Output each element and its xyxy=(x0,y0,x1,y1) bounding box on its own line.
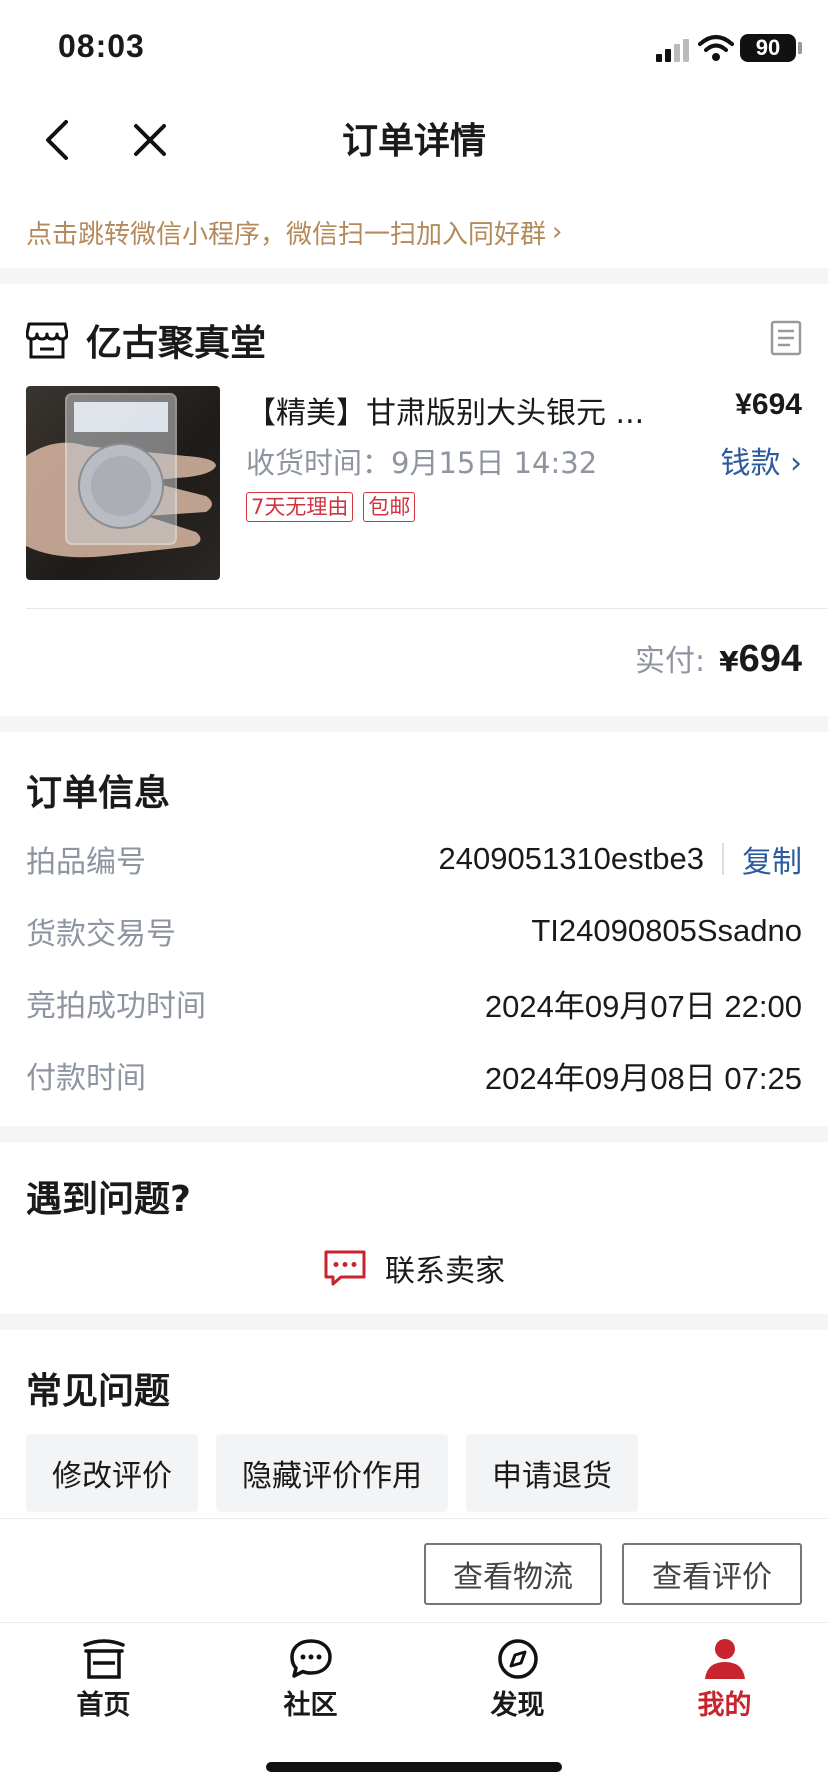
product-tags: 7天无理由 包邮 xyxy=(246,492,416,522)
info-label: 拍品编号 xyxy=(26,845,146,880)
page-title: 订单详情 xyxy=(341,121,486,162)
info-value: 2024年09月07日 22:00 xyxy=(484,988,802,1024)
tag-free-shipping: 包邮 xyxy=(363,492,416,522)
faq-title: 常见问题 xyxy=(26,1371,171,1412)
signal-icon xyxy=(656,39,689,62)
tab-label: 社区 xyxy=(283,1690,338,1721)
faq-chips: 修改评价 隐藏评价作用 申请退货 xyxy=(26,1434,638,1512)
tab-label: 发现 xyxy=(490,1690,545,1721)
shop-name: 亿古聚真堂 xyxy=(86,323,267,364)
battery-indicator: 90 xyxy=(740,34,796,62)
faq-chip-return[interactable]: 申请退货 xyxy=(466,1434,638,1512)
paid-currency: ¥ xyxy=(719,645,739,678)
view-review-button[interactable]: 查看评价 xyxy=(622,1543,802,1605)
copy-separator xyxy=(722,843,724,875)
paid-amount: 实付: ¥ 694 xyxy=(635,636,802,681)
info-row-transaction: 货款交易号 TI24090805Ssadno xyxy=(26,906,802,956)
paid-label: 实付: xyxy=(635,644,706,679)
info-label: 付款时间 xyxy=(26,1061,146,1096)
view-logistics-button[interactable]: 查看物流 xyxy=(424,1543,602,1605)
receive-time-label: 收货时间： xyxy=(246,446,392,480)
tab-label: 首页 xyxy=(76,1690,131,1721)
section-divider xyxy=(0,716,828,732)
shop-header[interactable]: 亿古聚真堂 xyxy=(26,312,802,368)
status-time: 08:03 xyxy=(58,28,145,64)
problem-title: 遇到问题? xyxy=(26,1179,191,1220)
paid-value: 694 xyxy=(738,638,802,680)
receive-time-value: 9月15日 14:32 xyxy=(391,446,598,480)
product-item[interactable]: 【精美】甘肃版别大头银元 ... ¥694 收货时间：9月15日 14:32 钱… xyxy=(26,386,802,580)
tab-mine[interactable]: 我的 xyxy=(621,1623,828,1732)
section-divider xyxy=(0,1314,828,1330)
contact-seller-label: 联系卖家 xyxy=(385,1254,505,1289)
tab-home[interactable]: 首页 xyxy=(0,1623,207,1732)
faq-section: 常见问题 修改评价 隐藏评价作用 申请退货 xyxy=(0,1330,828,1518)
action-bar: 查看物流 查看评价 xyxy=(0,1518,828,1622)
section-divider xyxy=(0,268,828,284)
info-row-lot-number: 拍品编号 2409051310estbe3 复制 xyxy=(26,834,802,884)
order-info-section: 订单信息 拍品编号 2409051310estbe3 复制 货款交易号 TI24… xyxy=(0,732,828,1126)
banner-text: 点击跳转微信小程序，微信扫一扫加入同好群 xyxy=(26,219,547,250)
status-bar: 08:03 90 xyxy=(0,0,828,100)
tab-discover[interactable]: 发现 xyxy=(414,1623,621,1732)
info-label: 竞拍成功时间 xyxy=(26,989,206,1024)
problem-section: 遇到问题? 联系卖家 xyxy=(0,1142,828,1314)
profile-icon xyxy=(704,1639,745,1679)
info-value: 2024年09月08日 07:25 xyxy=(484,1060,802,1096)
tab-label: 我的 xyxy=(697,1690,752,1721)
payment-link[interactable]: 钱款 › xyxy=(720,438,802,482)
compass-icon xyxy=(497,1639,538,1679)
section-divider xyxy=(0,1126,828,1142)
document-icon[interactable] xyxy=(770,320,802,356)
tab-bar: 首页 社区 发现 我的 xyxy=(0,1622,828,1732)
nav-bar: 订单详情 xyxy=(0,100,828,196)
shop-section: 亿古聚真堂 【精美】甘肃版别大头银元 ... ¥694 收货时间：9月15日 1… xyxy=(0,284,828,716)
chat-icon xyxy=(289,1639,332,1678)
tab-community[interactable]: 社区 xyxy=(207,1623,414,1732)
battery-tip xyxy=(798,42,802,54)
message-icon xyxy=(324,1250,366,1286)
faq-chip-hide-review[interactable]: 隐藏评价作用 xyxy=(216,1434,448,1512)
wechat-group-banner[interactable]: 点击跳转微信小程序，微信扫一扫加入同好群 › xyxy=(0,196,828,268)
divider-line xyxy=(26,608,828,609)
order-info-title: 订单信息 xyxy=(26,773,171,814)
info-value: 2409051310estbe3 复制 xyxy=(439,837,802,881)
contact-seller-button[interactable]: 联系卖家 xyxy=(0,1246,828,1290)
home-icon xyxy=(82,1639,125,1679)
home-indicator xyxy=(266,1762,562,1772)
product-image[interactable] xyxy=(26,386,220,580)
receive-time: 收货时间：9月15日 14:32 xyxy=(246,440,597,482)
tag-return-policy: 7天无理由 xyxy=(246,492,354,522)
faq-chip-edit-review[interactable]: 修改评价 xyxy=(26,1434,198,1512)
info-value: TI24090805Ssadno xyxy=(531,913,802,948)
chevron-right-icon: › xyxy=(552,217,563,247)
lot-number-value: 2409051310estbe3 xyxy=(438,841,704,876)
coin-photo xyxy=(26,393,216,558)
info-row-payment-time: 付款时间 2024年09月08日 07:25 xyxy=(26,1050,802,1100)
info-label: 货款交易号 xyxy=(26,917,176,952)
product-price: ¥694 xyxy=(735,388,802,421)
store-icon xyxy=(26,322,68,359)
info-row-auction-time: 竞拍成功时间 2024年09月07日 22:00 xyxy=(26,978,802,1028)
product-title: 【精美】甘肃版别大头银元 ... xyxy=(246,396,645,431)
copy-button[interactable]: 复制 xyxy=(742,837,802,881)
wifi-icon xyxy=(698,35,734,61)
